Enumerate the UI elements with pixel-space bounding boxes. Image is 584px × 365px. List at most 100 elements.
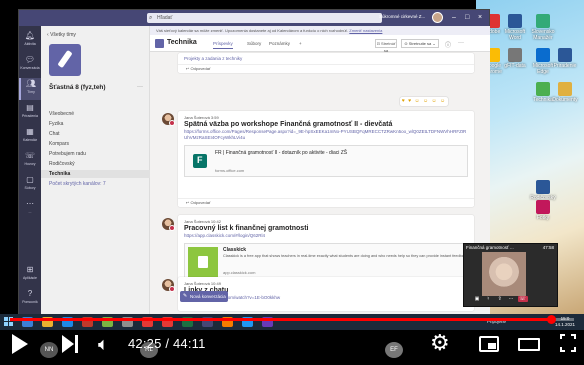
reactions-bar[interactable]: ♥ ♥ ☺ ☺ ☺ ☺: [400, 97, 448, 106]
chat-icon: 💬︎: [24, 55, 36, 64]
reply-label: Odpovedať: [190, 66, 211, 71]
teams-titlebar: Hľadať Súkromné cirkevné Z... – □ ×: [19, 10, 489, 26]
link-preview-card[interactable]: FR | Finančná gramotnosť II - dotazník p…: [184, 145, 468, 177]
post-feedback: Jana Šoterová 3:59 Spätná väzba po works…: [178, 111, 474, 207]
file-icon: [508, 14, 522, 28]
post-meta: Jana Šoterová 10:49: [184, 281, 221, 286]
rail-label: Priradenia: [22, 114, 38, 118]
desktop-icon-label: Priradenie: [553, 63, 577, 69]
rail-item[interactable]: ▦ Kalendár: [19, 126, 41, 148]
author-avatar[interactable]: [162, 218, 175, 231]
rail-label: Tímy: [27, 90, 35, 94]
channel-item[interactable]: Potrebujem radu: [49, 150, 149, 158]
seek-bar[interactable]: [10, 315, 574, 324]
search-input[interactable]: Hľadať: [147, 13, 382, 23]
channel-item[interactable]: Fyzika: [49, 120, 149, 128]
teams-window: Hľadať Súkromné cirkevné Z... – □ × 🔔︎ Ak…: [18, 9, 490, 315]
file-icon: [536, 180, 550, 194]
notice-link[interactable]: Zmeniť nastavenia: [349, 28, 382, 33]
classkick-icon: [188, 247, 218, 277]
meet-button[interactable]: ⊡ Stretnúť sa: [375, 39, 397, 53]
time-display: 42:25 / 44:11: [128, 336, 206, 351]
share-icon[interactable]: ⇪: [495, 296, 505, 302]
channel-title: Technika: [167, 39, 197, 46]
help-icon: ?: [27, 289, 33, 298]
org-name[interactable]: Súkromné cirkevné Z...: [379, 14, 425, 19]
next-icon[interactable]: [62, 335, 80, 353]
minimize-button[interactable]: –: [452, 13, 456, 22]
rail-item[interactable]: ? Pomocník: [19, 288, 41, 310]
author-avatar[interactable]: [162, 279, 175, 292]
tab-files[interactable]: Súbory: [247, 41, 261, 46]
rail-item[interactable]: 🔔︎ Aktivita: [19, 30, 41, 52]
rail-item[interactable]: ⋯...: [19, 198, 41, 220]
theater-mode-icon[interactable]: [518, 338, 540, 351]
close-button[interactable]: ×: [478, 13, 482, 22]
back-to-teams-link[interactable]: ‹ Všetky tímy: [47, 32, 76, 38]
desktop-icon[interactable]: Fotky: [530, 200, 556, 221]
team-more-icon[interactable]: ···: [137, 84, 143, 90]
apps-icon: ⊞: [26, 265, 34, 274]
desktop-icon[interactable]: Microsoft Word: [502, 14, 528, 41]
tab-posts[interactable]: Príspevky: [213, 41, 233, 49]
file-icon: [536, 48, 550, 62]
rail-item[interactable]: 👥︎ Tímy: [19, 78, 41, 100]
new-conversation-button[interactable]: Nová konverzácia: [180, 291, 228, 302]
settings-gear-icon[interactable]: ⚙︎: [430, 330, 450, 356]
call-title: Finančná gramotnosť ...: [466, 245, 514, 250]
desktop-icon[interactable]: Priradenie: [552, 48, 578, 69]
post-meta: Jana Šoterová 10:42: [184, 219, 221, 224]
desktop-icon[interactable]: Rodičovský: [530, 180, 556, 201]
desktop-icon[interactable]: gFIT-data: [502, 48, 528, 69]
info-icon[interactable]: ⓘ: [445, 40, 451, 49]
reply-button[interactable]: ↩ Odpovedať: [178, 198, 474, 206]
channel-area: Váš sieťový kalendár sa môže zmeniť. Upo…: [150, 26, 490, 315]
meeting-label: Stretnutie sa: [408, 41, 432, 46]
rail-item[interactable]: ⊞ Aplikácie: [19, 264, 41, 286]
post-link[interactable]: https://forms.office.com/Pages/ResponseP…: [178, 128, 474, 141]
meeting-button[interactable]: ⊙ Stretnutie sa ⌄: [401, 39, 439, 48]
tab-add[interactable]: +: [299, 41, 302, 46]
participant-thumbnail: NN: [40, 342, 58, 358]
file-icon: [558, 82, 572, 96]
rail-item[interactable]: ▢ Súbory: [19, 174, 41, 196]
channel-item[interactable]: Technika: [41, 170, 150, 178]
rail-label: Pomocník: [22, 300, 38, 304]
fullscreen-icon[interactable]: [560, 334, 576, 352]
user-avatar[interactable]: [432, 12, 443, 23]
camera-icon[interactable]: ▣: [472, 296, 482, 302]
call-elapsed: 47:58: [542, 245, 554, 250]
app-rail: 🔔︎ Aktivita 💬︎ Konverzácia 👥︎ Tímy ▤ Priradenia…: [19, 26, 41, 315]
rail-item[interactable]: 💬︎ Konverzácia: [19, 54, 41, 76]
calendar-icon: ▦: [26, 127, 34, 136]
channel-item[interactable]: Kompars: [49, 140, 149, 148]
message-feed: Projekty a zadania z techniky ↩ Odpoveda…: [150, 53, 490, 315]
channel-item[interactable]: Počet skrytých kanálov: 7: [49, 180, 149, 188]
more-icon[interactable]: ⋯: [506, 296, 516, 302]
call-video-window[interactable]: Finančná gramotnosť ... 47:58 ▣ ♮ ⇪ ⋯ ☏: [463, 243, 558, 307]
volume-icon[interactable]: 🔈︎: [98, 334, 109, 354]
card-domain: app.classkick.com: [223, 270, 256, 275]
channel-item[interactable]: Rodičovský: [49, 160, 149, 168]
post-link[interactable]: https://app.classkick.com/#/login/Q62Rl4: [178, 232, 474, 239]
maximize-button[interactable]: □: [465, 13, 469, 22]
miniplayer-icon[interactable]: [479, 336, 499, 352]
play-icon[interactable]: [12, 334, 28, 354]
card-domain: forms.office.com: [215, 168, 245, 173]
rail-item[interactable]: ▤ Priradenia: [19, 102, 41, 124]
desktop-icon[interactable]: Slovensko Manažér: [530, 14, 556, 41]
link-preview-card[interactable]: Classkick Classkick is a free app that s…: [184, 243, 469, 279]
channel-item[interactable]: Všeobecné: [49, 110, 149, 118]
rail-item[interactable]: ☏ Hovory: [19, 150, 41, 172]
team-name: Šťastná 8 (fyz,teh): [49, 84, 106, 91]
hangup-icon[interactable]: ☏: [517, 296, 528, 302]
team-pane: ‹ Všetky tímy Šťastná 8 (fyz,teh) ··· Vš…: [41, 26, 150, 315]
reply-button[interactable]: ↩ Odpovedať: [178, 64, 474, 72]
post-title: Pracovný list k finančnej gramotnosti: [184, 225, 309, 232]
author-avatar[interactable]: [162, 113, 175, 126]
mic-icon[interactable]: ♮: [483, 296, 493, 302]
channel-item[interactable]: Chat: [49, 130, 149, 138]
desktop-icon[interactable]: Dokumenty: [552, 82, 578, 103]
more-options-icon[interactable]: ···: [458, 40, 464, 46]
tab-notes[interactable]: Poznámky: [269, 41, 290, 46]
